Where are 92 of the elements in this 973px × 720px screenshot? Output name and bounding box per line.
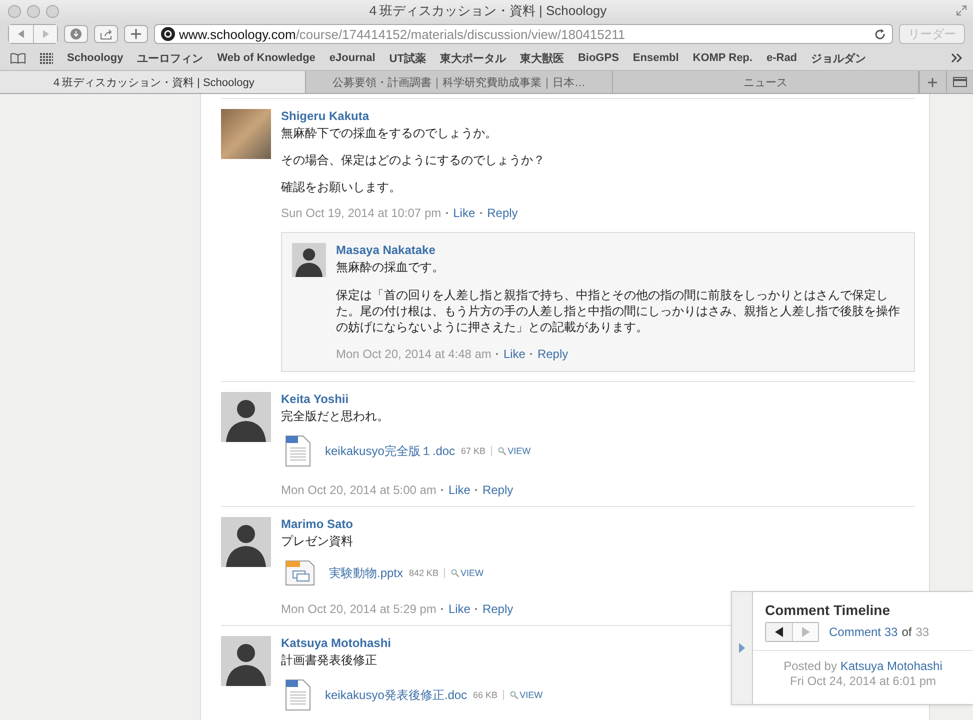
action-link[interactable]: Reply [487,206,518,220]
counter-total: 33 [916,625,930,639]
action-link[interactable]: Like [503,347,526,361]
action-link[interactable]: Reply [537,347,568,361]
avatar-silhouette-icon [221,392,271,442]
comment-timestamp: Mon Oct 20, 2014 at 5:29 pm [281,602,436,616]
comment-timestamp: Mon Oct 20, 2014 at 4:48 am [336,347,492,361]
file-size: 66 KB [473,690,504,700]
zoom-button[interactable] [46,4,59,18]
post-date: Fri Oct 24, 2014 at 6:01 pm [788,674,938,689]
bookmark-link[interactable]: ユーロフィン [137,50,204,66]
action-link[interactable]: Like [448,602,470,616]
word-document-icon [285,679,311,711]
comment-text: 確認をお願いします。 [281,179,401,195]
grid-icon[interactable] [40,52,53,64]
bookmark-link[interactable]: UT試薬 [389,50,426,66]
comment-text: 無麻酔下での採血をするのでしょうか。 [281,125,497,141]
address-field[interactable]: www.schoology.com/course/174414152/materials/discussion/view/180415211 [154,24,893,44]
new-tab-button[interactable] [124,25,148,43]
search-icon [510,691,518,699]
avatar-silhouette-icon [292,243,326,277]
comment-timestamp: Sun Oct 19, 2014 at 10:07 pm [281,206,442,220]
action-link[interactable]: Reply [482,602,514,616]
browser-tab[interactable]: 公募要領・計画調書｜科学研究費助成事業｜日本… [306,71,613,93]
download-icon [70,28,82,40]
share-button[interactable] [94,25,118,43]
reload-icon[interactable] [875,28,886,40]
bookmark-link[interactable]: Schoology [67,52,124,64]
comment-text: その場合、保定はどのようにするのでしょうか？ [281,152,545,168]
comment-timestamp: Mon Oct 20, 2014 at 5:00 am [281,483,436,497]
window-title: ４班ディスカッション・資料 | Schoology [366,3,607,18]
panel-title: Comment Timeline [765,602,891,618]
author-link[interactable]: Katsuya Motohashi [840,659,942,673]
bookmark-link[interactable]: 東大獣医 [520,50,564,66]
book-icon[interactable] [10,52,26,64]
comment-text: 完全版だと思われ。 [281,408,389,424]
chevron-icon[interactable] [951,53,963,63]
comment-counter-link[interactable]: Comment 33 [829,625,898,639]
avatar-silhouette-icon [221,517,271,567]
next-icon [802,627,810,637]
minimize-button[interactable] [27,4,40,18]
comment-text: 保定は「首の回りを人差し指と親指で持ち、中指とその他の指の間に前肢をしっかりとはさんで保定した。尾の付け根は、もう片方の手の人差し指と中指の間にしっかりはさみ、親指と人差し指で後肢を操作の妨げにならないように押さえた」との記載があります。 [336,287,901,335]
presentation-file-icon [285,560,315,586]
close-button[interactable] [8,4,21,18]
bookmark-link[interactable]: KOMP Rep. [692,52,752,64]
view-link[interactable]: VIEW [510,690,543,700]
bookmark-link[interactable]: eJournal [329,52,376,64]
file-size: 842 KB [409,568,445,578]
browser-tab[interactable]: ４班ディスカッション・資料 | Schoology [0,71,306,93]
previous-button[interactable] [766,623,792,641]
author-link[interactable]: Masaya Nakatake [336,243,436,257]
author-link[interactable]: Katsuya Motohashi [281,636,392,650]
attachment-link[interactable]: keikakusyo完全版１.doc [325,442,456,460]
bookmark-link[interactable]: Ensembl [632,52,679,64]
posted-by-label: Posted by [784,659,837,673]
plus-icon [131,29,141,39]
forward-icon [42,30,50,38]
attachment-link[interactable]: keikakusyo発表後修正.doc [325,686,468,704]
photo-placeholder [221,109,271,159]
comment-text: プレゼン資料 [281,533,353,549]
view-link[interactable]: VIEW [450,568,484,578]
view-link[interactable]: VIEW [498,446,531,456]
author-link[interactable]: Keita Yoshii [281,392,349,406]
action-link[interactable]: Like [448,483,470,497]
action-link[interactable]: Reply [482,483,514,497]
fullscreen-icon[interactable] [956,5,967,16]
author-link[interactable]: Shigeru Kakuta [281,109,370,123]
bookmark-link[interactable]: 東大ポータル [440,50,506,66]
attachment-link[interactable]: 実験動物.pptx [329,564,404,582]
downloads-button[interactable] [64,25,88,43]
previous-icon [774,627,784,637]
bookmark-link[interactable]: BioGPS [578,52,619,64]
counter-of-label: of [902,625,912,639]
plus-icon[interactable] [928,78,938,86]
expand-arrow-icon[interactable] [739,643,745,653]
comment-text: 計画書発表後修正 [281,652,377,668]
bookmark-link[interactable]: Web of Knowledge [217,52,316,64]
search-icon [450,569,459,577]
site-logo-icon [161,27,175,41]
browser-tab[interactable]: ニュース [612,71,919,93]
comment-text: 無麻酔の採血です。 [336,259,444,275]
back-icon [17,30,25,38]
word-document-icon [285,435,311,467]
action-link[interactable]: Like [453,206,476,220]
bookmark-link[interactable]: ジョルダン [811,50,866,66]
share-icon [100,28,112,40]
file-size: 67 KB [461,446,492,456]
avatar-silhouette-icon [221,636,271,686]
bookmark-link[interactable]: e-Rad [766,52,798,64]
tab-overview-icon[interactable] [952,77,967,87]
author-link[interactable]: Marimo Sato [281,517,354,531]
search-icon [498,447,506,455]
